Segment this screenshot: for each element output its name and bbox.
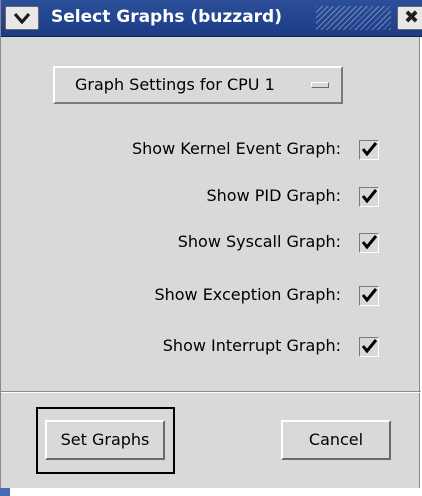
checkmark-icon <box>361 288 378 303</box>
titlebar-stripes <box>316 6 391 30</box>
window-title: Select Graphs (buzzard) <box>51 7 282 27</box>
option-label-kernel-event: Show Kernel Event Graph: <box>132 139 341 158</box>
close-icon: ✖ <box>404 7 420 28</box>
option-label-interrupt: Show Interrupt Graph: <box>162 336 341 355</box>
checkbox-interrupt[interactable] <box>359 337 379 357</box>
chevron-down-icon <box>14 12 30 24</box>
checkbox-pid[interactable] <box>359 187 379 207</box>
title-bar[interactable]: Select Graphs (buzzard) ✖ <box>1 0 422 37</box>
checkbox-exception[interactable] <box>359 286 379 306</box>
button-separator <box>1 391 421 393</box>
option-menu-label: Graph Settings for CPU 1 <box>75 75 275 94</box>
option-menu-indicator-icon <box>311 82 329 88</box>
desktop-strip <box>0 488 422 496</box>
desktop-edge <box>0 488 10 496</box>
option-label-syscall: Show Syscall Graph: <box>177 232 341 251</box>
option-label-exception: Show Exception Graph: <box>154 285 341 304</box>
dialog-window: Select Graphs (buzzard) ✖ Graph Settings… <box>0 0 422 488</box>
cpu-option-menu[interactable]: Graph Settings for CPU 1 <box>53 66 343 104</box>
set-graphs-button[interactable]: Set Graphs <box>45 420 165 460</box>
checkmark-icon <box>361 235 378 250</box>
window-menu-button[interactable] <box>5 6 39 30</box>
checkmark-icon <box>361 189 378 204</box>
checkbox-syscall[interactable] <box>359 233 379 253</box>
option-label-pid: Show PID Graph: <box>206 186 342 205</box>
close-button[interactable]: ✖ <box>397 6 422 30</box>
checkmark-icon <box>361 339 378 354</box>
checkbox-kernel-event[interactable] <box>359 140 379 160</box>
cancel-button[interactable]: Cancel <box>281 420 391 460</box>
checkmark-icon <box>361 142 378 157</box>
